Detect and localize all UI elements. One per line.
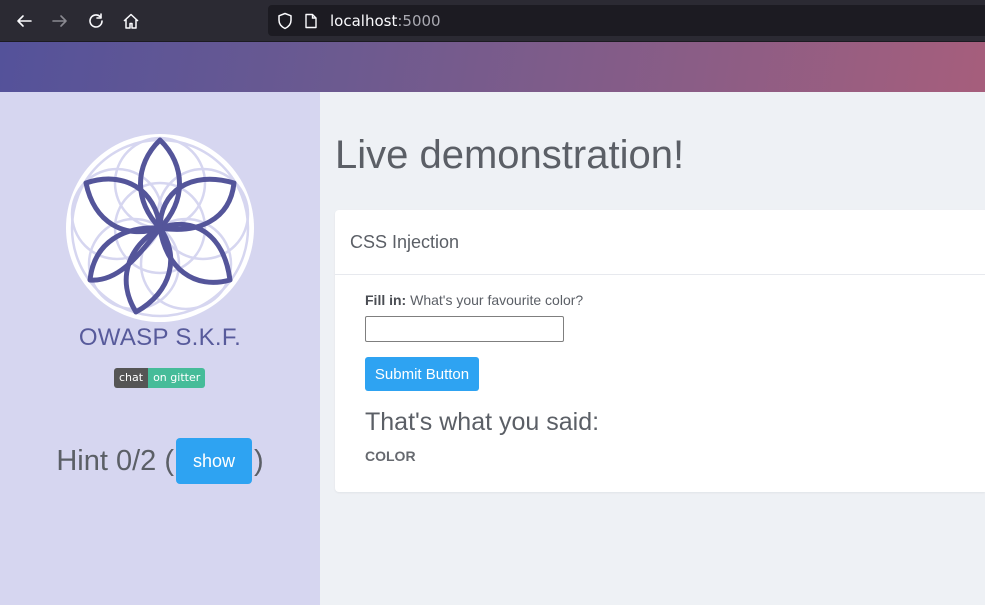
result-value: COLOR	[365, 448, 416, 464]
browser-toolbar: localhost:5000	[0, 0, 985, 42]
home-icon[interactable]	[120, 10, 142, 32]
header-banner	[0, 42, 985, 92]
hint-row: Hint 0/2 ( show )	[0, 438, 320, 484]
color-input[interactable]	[365, 316, 564, 342]
forward-arrow-icon[interactable]	[49, 10, 71, 32]
badge-label-gitter: on gitter	[148, 368, 206, 388]
page-title: Live demonstration!	[335, 133, 685, 177]
page-icon	[305, 13, 317, 28]
url-host: localhost	[330, 11, 398, 30]
show-hint-button[interactable]: show	[176, 438, 252, 484]
fill-in-question: What's your favourite color?	[406, 292, 584, 308]
result-heading: That's what you said:	[365, 408, 600, 436]
submit-button[interactable]: Submit Button	[365, 357, 479, 391]
sidebar: OWASP S.K.F. chat on gitter Hint 0/2 ( s…	[0, 92, 320, 605]
badge-label-chat: chat	[114, 368, 149, 388]
card-header: CSS Injection	[335, 210, 985, 275]
url-text[interactable]: localhost:5000	[330, 12, 441, 30]
back-arrow-icon[interactable]	[13, 10, 35, 32]
fill-in-label: Fill in: What's your favourite color?	[365, 292, 583, 308]
url-bar[interactable]: localhost:5000	[268, 5, 985, 36]
lab-card: CSS Injection Fill in: What's your favou…	[335, 210, 985, 492]
shield-icon[interactable]	[276, 12, 294, 30]
skf-logo-icon	[66, 134, 254, 322]
hint-counter: Hint 0/2 (	[56, 444, 174, 477]
fill-in-bold: Fill in:	[365, 292, 407, 308]
url-port: :5000	[397, 11, 441, 30]
hint-close-paren: )	[254, 444, 264, 477]
reload-icon[interactable]	[85, 10, 107, 32]
brand-name: OWASP S.K.F.	[78, 324, 242, 351]
gitter-chat-badge[interactable]: chat on gitter	[114, 368, 206, 388]
